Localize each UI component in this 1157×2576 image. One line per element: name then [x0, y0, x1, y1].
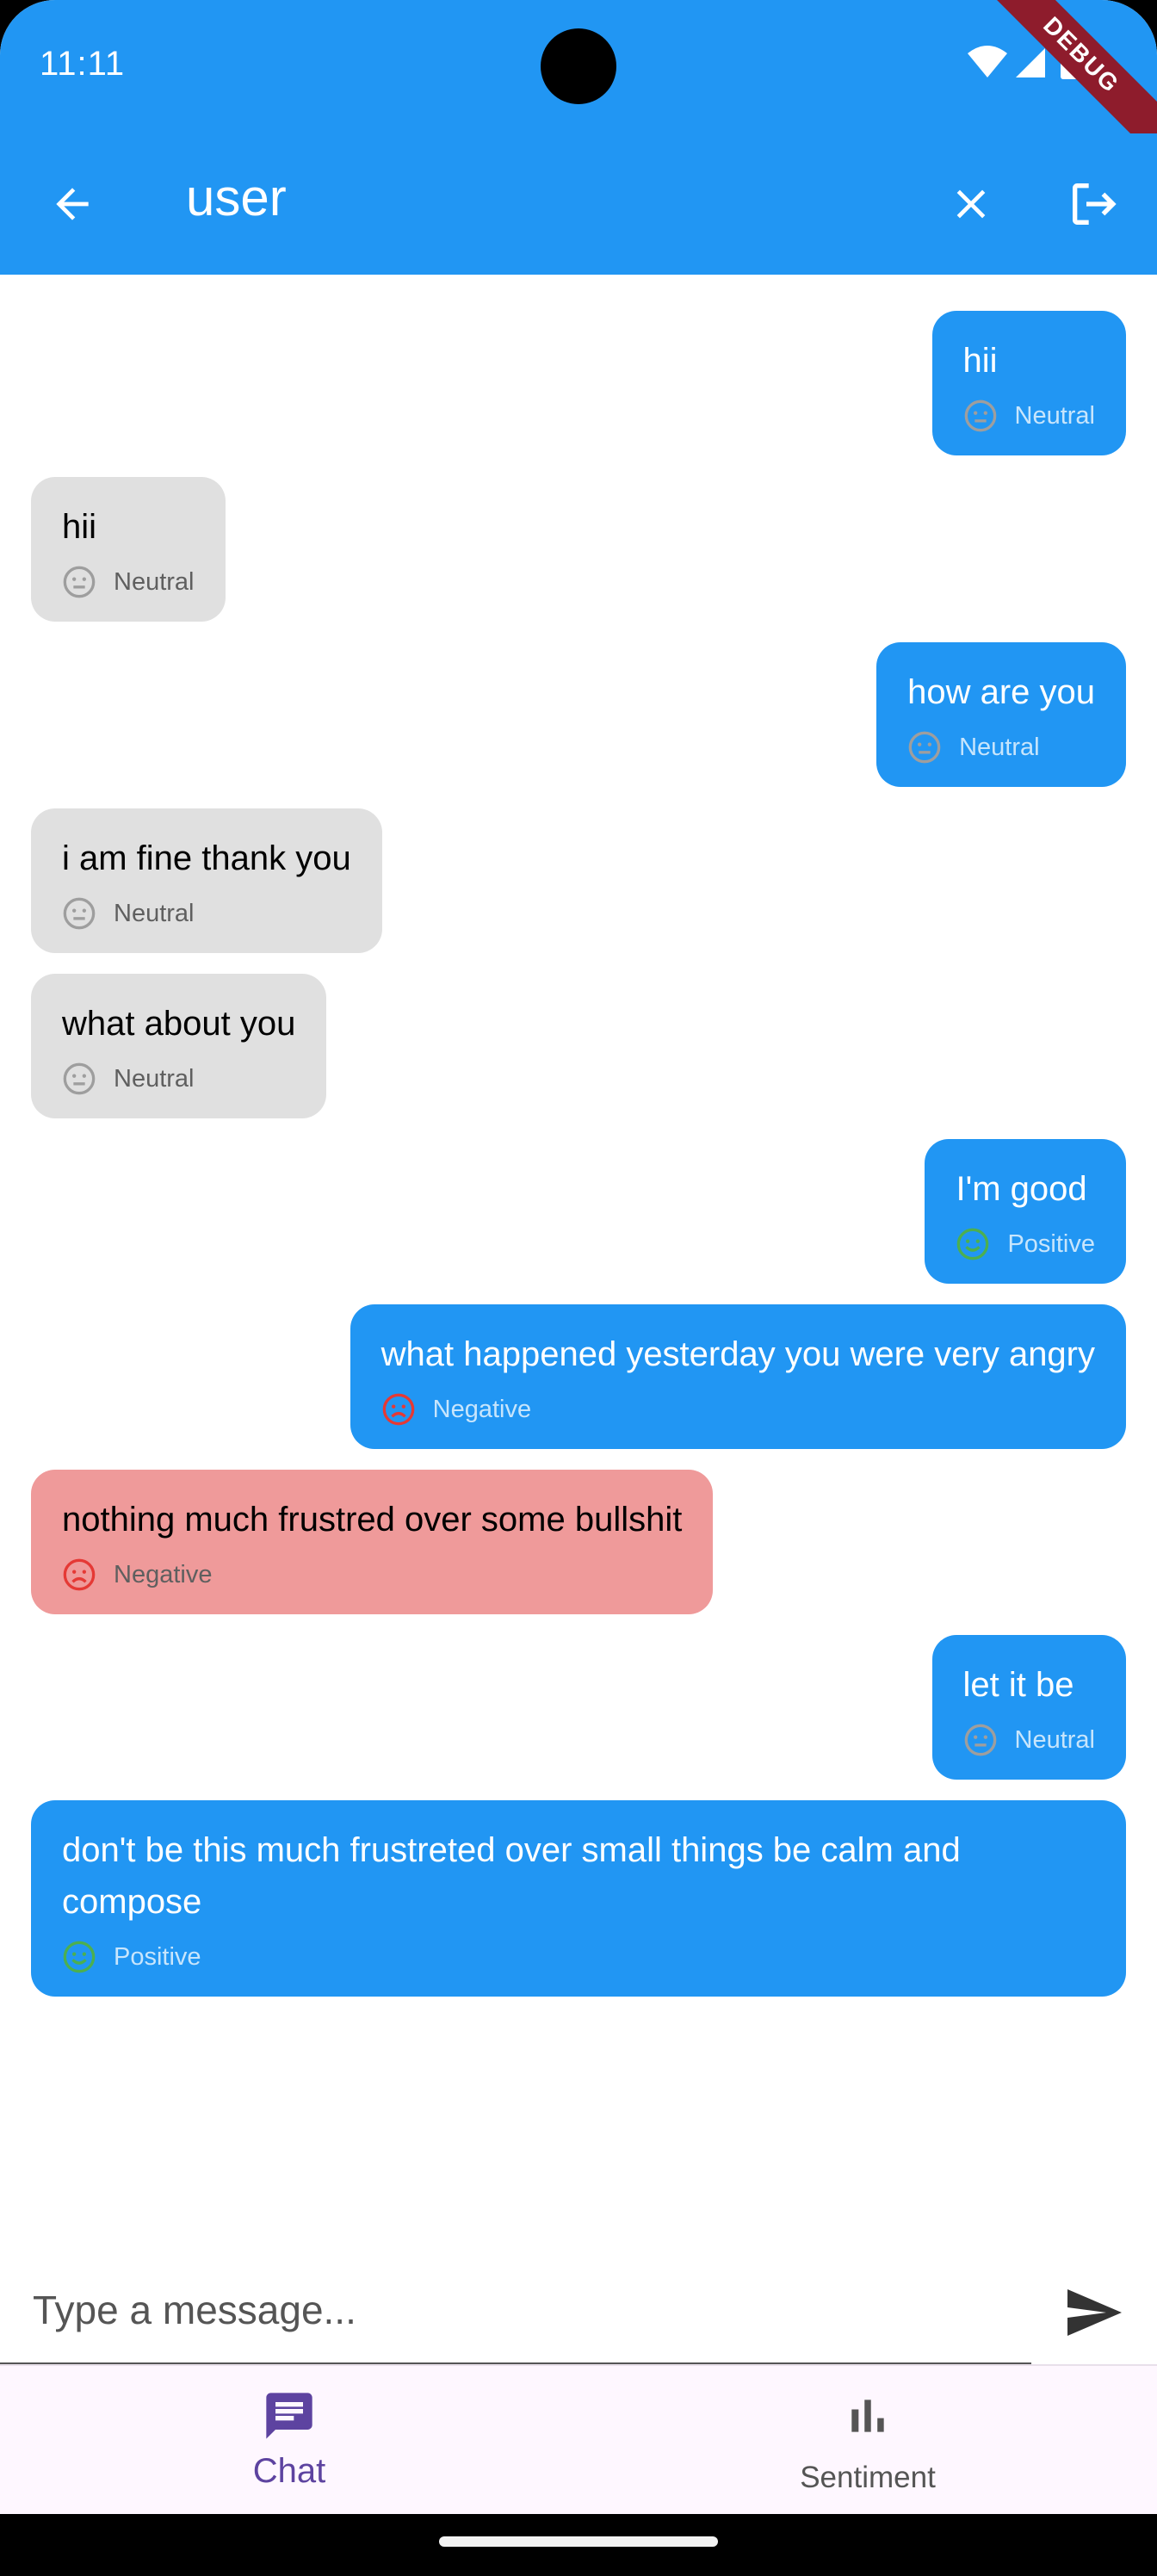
sentiment-indicator: Neutral — [963, 397, 1096, 435]
sentiment-indicator: Neutral — [62, 895, 351, 932]
message-text: don't be this much frustreted over small… — [62, 1831, 970, 1921]
message-bubble-received[interactable]: what about you Neutral — [31, 974, 327, 1118]
message-bubble-sent[interactable]: let it be Neutral — [931, 1635, 1126, 1780]
message-bubble-received[interactable]: nothing much frustred over some bullshit… — [31, 1470, 714, 1614]
sentiment-label: Neutral — [1014, 1725, 1096, 1754]
message-bubble-received[interactable]: i am fine thank you Neutral — [31, 808, 382, 953]
sentiment-indicator: Neutral — [62, 1060, 295, 1098]
neutral-face-icon — [63, 897, 96, 930]
wifi-icon — [968, 46, 1007, 77]
system-navigation-bar — [0, 2514, 1157, 2576]
sentiment-label: Negative — [432, 1395, 532, 1423]
sentiment-label: Negative — [114, 1560, 213, 1588]
sentiment-indicator: Neutral — [963, 1721, 1096, 1759]
sentiment-indicator: Positive — [956, 1225, 1095, 1263]
logout-button[interactable] — [1059, 170, 1128, 238]
sentiment-label: Positive — [1007, 1229, 1095, 1258]
bar-chart-icon — [851, 2400, 884, 2432]
nav-item-label: Chat — [252, 2452, 326, 2490]
message-text: nothing much frustred over some bullshit — [62, 1501, 683, 1539]
nav-item-label: Sentiment — [800, 2461, 936, 2494]
message-text: what about you — [62, 1005, 296, 1043]
neutral-face-icon — [63, 566, 96, 598]
send-icon — [1067, 2289, 1122, 2336]
message-text: what happened yesterday you were very an… — [381, 1335, 1095, 1373]
message-bubble-sent[interactable]: I'm good Positive — [925, 1139, 1126, 1284]
message-bubble-sent[interactable]: what happened yesterday you were very an… — [350, 1304, 1126, 1449]
close-icon — [956, 189, 986, 219]
neutral-face-icon — [964, 399, 996, 432]
sentiment-indicator: Negative — [62, 1556, 682, 1594]
message-input[interactable] — [31, 2273, 1033, 2347]
message-list[interactable]: hii Neutral hii Neutral how are you Neut… — [0, 275, 1157, 2255]
message-bubble-sent[interactable]: how are you Neutral — [876, 642, 1126, 787]
message-text: let it be — [962, 1666, 1074, 1704]
message-composer — [0, 2256, 1157, 2364]
clear-chat-button[interactable] — [937, 170, 1005, 238]
home-indicator[interactable] — [439, 2536, 718, 2547]
smile-face-icon — [957, 1228, 989, 1260]
sentiment-label: Neutral — [959, 733, 1040, 761]
smile-face-icon — [63, 1941, 96, 1973]
status-bar: 11:11 DEBUG — [0, 0, 1157, 162]
sentiment-label: Positive — [114, 1942, 201, 1971]
message-text: hii — [962, 342, 998, 380]
neutral-face-icon — [63, 1062, 96, 1095]
sad-face-icon — [382, 1393, 414, 1426]
message-text: I'm good — [956, 1170, 1087, 1208]
sentiment-indicator: Neutral — [62, 563, 195, 601]
sentiment-label: Neutral — [114, 1064, 195, 1093]
sentiment-indicator: Neutral — [907, 728, 1095, 766]
bottom-navigation: Chat Sentiment — [0, 2364, 1157, 2516]
sentiment-indicator: Positive — [62, 1938, 1095, 1976]
send-button[interactable] — [1057, 2276, 1129, 2349]
message-bubble-sent[interactable]: don't be this much frustreted over small… — [31, 1800, 1126, 1997]
page-title: user — [186, 169, 287, 226]
back-button[interactable] — [38, 170, 107, 238]
arrow-left-icon — [56, 188, 89, 220]
logout-icon — [1073, 183, 1117, 225]
sentiment-label: Neutral — [1014, 401, 1096, 430]
sentiment-label: Neutral — [114, 567, 195, 596]
app-bar: user — [0, 133, 1157, 275]
neutral-face-icon — [964, 1724, 996, 1756]
sentiment-label: Neutral — [114, 899, 195, 927]
message-bubble-sent[interactable]: hii Neutral — [931, 311, 1126, 455]
nav-item-sentiment[interactable]: Sentiment — [578, 2366, 1157, 2516]
message-text: how are you — [907, 673, 1095, 711]
message-bubble-received[interactable]: hii Neutral — [31, 477, 226, 622]
camera-cutout — [541, 28, 616, 104]
sentiment-indicator: Negative — [381, 1390, 1095, 1428]
neutral-face-icon — [908, 731, 941, 764]
phone-screen: 11:11 DEBUG user hii Neutral hii Neutral… — [0, 0, 1157, 2576]
nav-item-chat[interactable]: Chat — [0, 2366, 578, 2516]
message-text: hii — [62, 508, 97, 546]
signal-icon — [1016, 48, 1045, 77]
status-time: 11:11 — [40, 45, 126, 83]
chat-icon — [266, 2393, 312, 2439]
sad-face-icon — [63, 1558, 96, 1591]
message-text: i am fine thank you — [62, 839, 351, 877]
